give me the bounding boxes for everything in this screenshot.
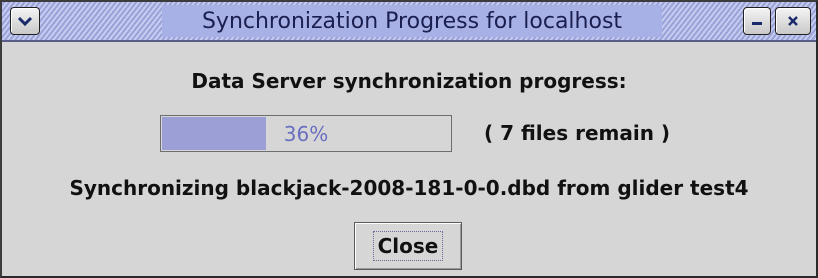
window-title: Synchronization Progress for localhost bbox=[201, 8, 623, 34]
title-area: Synchronization Progress for localhost bbox=[162, 5, 662, 37]
close-window-button[interactable] bbox=[775, 7, 811, 35]
close-button-label: Close bbox=[372, 231, 444, 261]
title-bar[interactable]: Synchronization Progress for localhost bbox=[2, 2, 816, 42]
minimize-button[interactable] bbox=[743, 7, 771, 35]
window-menu-button[interactable] bbox=[10, 7, 40, 35]
progress-heading: Data Server synchronization progress: bbox=[191, 69, 627, 93]
progress-bar: 36% bbox=[160, 115, 452, 152]
chevron-down-icon bbox=[17, 16, 33, 27]
close-button[interactable]: Close bbox=[354, 222, 462, 270]
sync-status-text: Synchronizing blackjack-2008-181-0-0.dbd… bbox=[69, 176, 749, 200]
progress-percent: 36% bbox=[283, 121, 329, 146]
close-icon bbox=[788, 16, 798, 26]
minimize-icon bbox=[752, 22, 762, 25]
files-remaining: ( 7 files remain ) bbox=[484, 121, 671, 145]
sync-progress-dialog: Synchronization Progress for localhost D… bbox=[0, 0, 818, 278]
